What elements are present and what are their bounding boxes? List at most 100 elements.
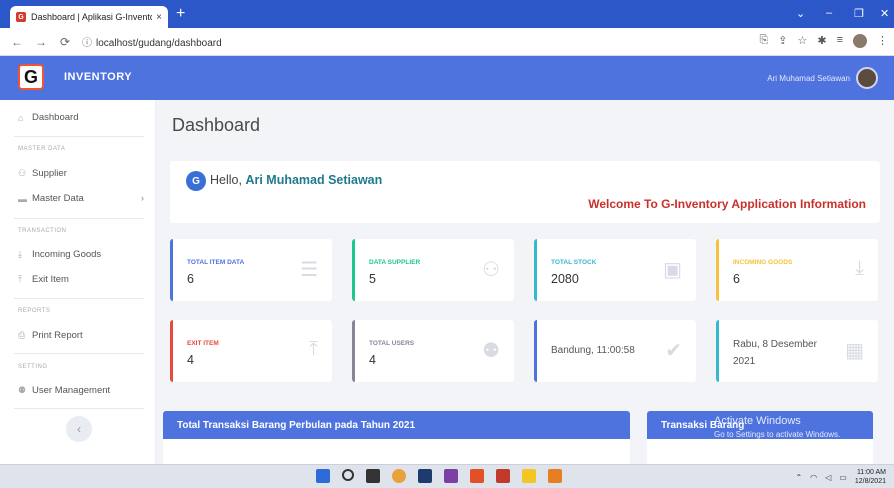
share-icon[interactable]: ⇪ — [778, 34, 787, 48]
tray-chevron-icon[interactable]: ⌃ — [795, 473, 802, 482]
users-icon: ⚇ — [482, 259, 500, 281]
card-total-stock[interactable]: TOTAL STOCK 2080 ▣ — [534, 239, 696, 301]
maximize-button[interactable]: ❐ — [854, 7, 864, 20]
tab-title: Dashboard | Aplikasi G-Inventori — [31, 12, 153, 22]
card-value: 4 — [187, 353, 194, 367]
playlist-icon[interactable]: ≡ — [837, 34, 843, 48]
sidebar-item-label: Supplier — [32, 168, 67, 179]
card-incoming-goods[interactable]: INCOMING GOODS 6 ⤓ — [716, 239, 878, 301]
sidebar-item-label: Dashboard — [32, 112, 79, 123]
sidebar-item-label: Master Data — [32, 193, 84, 204]
card-label: EXIT ITEM — [187, 340, 219, 347]
photoshop-icon[interactable] — [418, 469, 432, 483]
new-tab-button[interactable]: + — [176, 5, 185, 23]
activate-windows-watermark: Activate Windows Go to Settings to activ… — [714, 415, 840, 439]
user-cog-icon: ⚉ — [18, 385, 27, 395]
sidebar-item-label: Exit Item — [32, 274, 69, 285]
location-time: Bandung, 11:00:58 — [551, 345, 635, 356]
sublime-icon[interactable] — [548, 469, 562, 483]
browser-tab[interactable]: G Dashboard | Aplikasi G-Inventori × — [10, 6, 168, 28]
upload-icon: ⤒ — [309, 338, 318, 360]
users-icon: ⚇ — [18, 168, 27, 178]
chrome-icon[interactable] — [392, 469, 406, 483]
print-icon: ⎙ — [18, 330, 26, 340]
address-bar: ← → ⟳ ⓘ localhost/gudang/dashboard ⎘ ⇪ ☆ … — [0, 28, 894, 56]
forward-icon[interactable]: → — [34, 35, 48, 49]
sidebar-item-master-data[interactable]: ▬ Master Data › — [18, 193, 144, 204]
brand-name: INVENTORY — [64, 71, 133, 83]
sidebar-item-incoming-goods[interactable]: ⤓ Incoming Goods — [18, 249, 144, 260]
tab-close-icon[interactable]: × — [156, 12, 162, 23]
profile-avatar-icon[interactable] — [853, 34, 867, 48]
date-line-2: 2021 — [733, 356, 756, 367]
date-line-1: Rabu, 8 Desember — [733, 339, 817, 350]
tab-search-icon[interactable]: ⌄ — [796, 7, 805, 20]
battery-icon[interactable]: ▭ — [839, 473, 847, 482]
watermark-subtitle: Go to Settings to activate Windows. — [714, 430, 841, 439]
store-icon[interactable] — [496, 469, 510, 483]
sidebar-heading: TRANSACTION — [18, 228, 67, 234]
taskbar-apps — [316, 469, 562, 483]
card-total-item[interactable]: TOTAL ITEM DATA 6 ☰ — [170, 239, 332, 301]
url-field[interactable]: ⓘ localhost/gudang/dashboard — [82, 34, 222, 49]
watermark-title: Activate Windows — [714, 415, 801, 427]
clock[interactable]: 11:00 AM 12/8/2021 — [855, 468, 886, 486]
search-icon[interactable] — [342, 469, 354, 481]
close-window-button[interactable]: ✕ — [880, 7, 889, 20]
page-title: Dashboard — [172, 115, 261, 135]
folder-icon: ▬ — [18, 193, 27, 204]
wifi-icon[interactable]: ◠ — [810, 473, 817, 482]
reload-icon[interactable]: ⟳ — [58, 35, 72, 49]
greeting-name: Ari Muhamad Setiawan — [245, 173, 383, 187]
card-value: 5 — [369, 272, 376, 286]
taskbar: ⌃ ◠ ◁ ▭ 11:00 AM 12/8/2021 — [0, 464, 894, 488]
welcome-card: G Hello, Ari Muhamad Setiawan Welcome To… — [170, 161, 880, 223]
menu-icon[interactable]: ⋮ — [877, 34, 888, 48]
extensions-icon[interactable]: ✱ — [817, 34, 826, 48]
welcome-message: Welcome To G-Inventory Application Infor… — [588, 197, 866, 211]
brand[interactable]: G INVENTORY — [18, 64, 132, 90]
sidebar: ⌂ Dashboard MASTER DATA ⚇ Supplier ▬ Master… — [0, 100, 156, 464]
user-menu[interactable]: Ari Muhamad Setiawan — [767, 67, 878, 89]
sidebar-item-user-management[interactable]: ⚉ User Management — [18, 385, 144, 396]
card-total-users[interactable]: TOTAL USERS 4 ⚉ — [352, 320, 514, 382]
back-icon[interactable]: ← — [10, 35, 24, 49]
sidebar-item-print-report[interactable]: ⎙ Print Report — [18, 330, 144, 341]
card-label: TOTAL ITEM DATA — [187, 259, 245, 266]
card-location-time: Bandung, 11:00:58 ✔ — [534, 320, 696, 382]
sidebar-divider — [14, 408, 144, 409]
greeting: Hello, Ari Muhamad Setiawan — [210, 173, 382, 187]
sidebar-divider — [14, 218, 144, 219]
sidebar-item-label: Print Report — [32, 330, 83, 341]
xampp-icon[interactable] — [470, 469, 484, 483]
upload-icon: ⤒ — [18, 274, 22, 284]
sidebar-item-dashboard[interactable]: ⌂ Dashboard — [18, 112, 144, 123]
logo-icon: G — [18, 64, 44, 90]
sidebar-item-exit-item[interactable]: ⤒ Exit Item — [18, 274, 144, 285]
minimize-button[interactable]: – — [826, 7, 832, 19]
windows-start-icon[interactable] — [316, 469, 330, 483]
user-plus-icon: ⚉ — [482, 340, 500, 362]
download-icon: ⤓ — [18, 249, 22, 259]
volume-icon[interactable]: ◁ — [825, 473, 831, 482]
card-exit-item[interactable]: EXIT ITEM 4 ⤒ — [170, 320, 332, 382]
sidebar-toggle-button[interactable]: ‹ — [66, 416, 92, 442]
translate-icon[interactable]: ⎘ — [759, 34, 768, 48]
calendar-icon: ▦ — [845, 340, 864, 362]
clock-date: 12/8/2021 — [854, 478, 886, 485]
check-circle-icon: ✔ — [665, 340, 682, 362]
sidebar-divider — [14, 298, 144, 299]
sidebar-item-label: Incoming Goods — [32, 249, 102, 260]
app-v-icon[interactable] — [444, 469, 458, 483]
star-icon[interactable]: ☆ — [797, 34, 807, 48]
card-value: 4 — [369, 353, 376, 367]
sidebar-heading: SETTING — [18, 364, 48, 370]
sidebar-divider — [14, 136, 144, 137]
card-label: TOTAL USERS — [369, 340, 415, 347]
card-data-supplier[interactable]: DATA SUPPLIER 5 ⚇ — [352, 239, 514, 301]
file-explorer-icon[interactable] — [522, 469, 536, 483]
info-icon: ⓘ — [82, 38, 92, 49]
sidebar-item-supplier[interactable]: ⚇ Supplier — [18, 168, 144, 179]
card-value: 6 — [733, 272, 740, 286]
task-view-icon[interactable] — [366, 469, 380, 483]
